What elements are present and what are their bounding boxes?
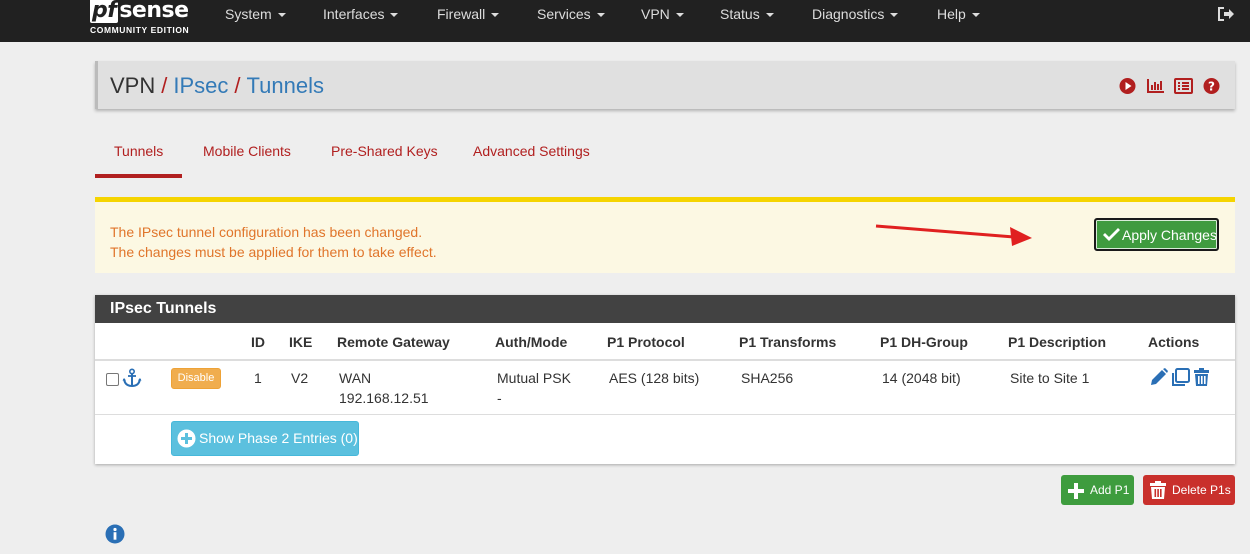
col-header-auth-mode: Auth/Mode (495, 334, 568, 350)
nav-status[interactable]: Status (720, 5, 774, 23)
cell-p1-dh-group: 14 (2048 bit) (882, 370, 961, 386)
cell-gateway-interface: WAN (339, 370, 372, 386)
help-icon[interactable]: ? (1202, 77, 1221, 95)
anchor-icon[interactable] (122, 368, 142, 388)
col-header-id: ID (251, 334, 265, 350)
logout-icon[interactable] (1216, 6, 1234, 22)
trash-icon (1150, 481, 1166, 499)
breadcrumb-icons: ? (1118, 77, 1221, 95)
col-header-ike: IKE (289, 334, 313, 350)
caret-down-icon (890, 13, 899, 18)
col-header-p1-dh-group: P1 DH-Group (880, 334, 968, 350)
cell-auth-mode: Mutual PSK (497, 370, 571, 386)
nav-system[interactable]: System (225, 5, 286, 23)
logo-wordmark: pf sense (90, 0, 189, 23)
tab-pre-shared-keys[interactable]: Pre-Shared Keys (331, 143, 438, 159)
red-arrow-annotation (875, 224, 1032, 246)
play-circle-icon[interactable] (1118, 77, 1137, 95)
check-icon (1103, 228, 1120, 241)
caret-down-icon (971, 13, 980, 18)
active-tab-indicator (95, 174, 182, 178)
row-divider (95, 414, 1235, 415)
plus-icon (1068, 483, 1084, 499)
breadcrumb-ipsec-link[interactable]: IPsec (173, 73, 228, 98)
delete-p1s-label: Delete P1s (1172, 483, 1231, 497)
caret-down-icon (390, 13, 399, 18)
add-p1-button[interactable]: Add P1 (1061, 475, 1134, 505)
col-header-actions: Actions (1148, 334, 1200, 350)
breadcrumb: VPN / IPsec / Tunnels (110, 73, 324, 99)
col-header-p1-protocol: P1 Protocol (607, 334, 685, 350)
delete-p1s-button[interactable]: Delete P1s (1143, 475, 1235, 505)
breadcrumb-separator: / (161, 73, 168, 98)
pfsense-logo[interactable]: pf sense COMMUNITY EDITION (90, 0, 200, 40)
nav-firewall[interactable]: Firewall (437, 5, 500, 23)
breadcrumb-separator: / (234, 73, 241, 98)
cell-p1-transforms: SHA256 (741, 370, 794, 386)
cell-ike: V2 (291, 370, 309, 386)
list-icon[interactable] (1174, 77, 1193, 95)
disable-tunnel-button[interactable]: Disable (171, 368, 221, 389)
nav-diagnostics[interactable]: Diagnostics (812, 5, 899, 23)
apply-changes-label: Apply Changes (1122, 227, 1217, 243)
panel-title: IPsec Tunnels (95, 295, 1235, 323)
tab-tunnels[interactable]: Tunnels (114, 143, 163, 159)
logo-edition: COMMUNITY EDITION (90, 25, 190, 35)
alert-message-line2: The changes must be applied for them to … (110, 244, 437, 260)
caret-down-icon (596, 13, 605, 18)
cell-id: 1 (254, 370, 262, 386)
delete-trash-icon[interactable] (1192, 367, 1211, 387)
col-header-p1-transforms: P1 Transforms (739, 334, 837, 350)
ipsec-tunnels-panel: IPsec Tunnels ID IKE Remote Gateway Auth… (95, 295, 1235, 464)
breadcrumb-vpn: VPN (110, 73, 156, 98)
alert-message-line1: The IPsec tunnel configuration has been … (110, 224, 423, 240)
top-navbar: pf sense COMMUNITY EDITION System Interfa… (0, 0, 1250, 42)
info-icon[interactable] (105, 524, 125, 544)
breadcrumb-bar: VPN / IPsec / Tunnels ? (95, 61, 1235, 109)
tab-mobile-clients[interactable]: Mobile Clients (203, 143, 291, 159)
show-phase2-entries-button[interactable]: Show Phase 2 Entries (0) (171, 421, 359, 456)
config-changed-alert: The IPsec tunnel configuration has been … (95, 197, 1235, 273)
bar-chart-icon[interactable] (1146, 77, 1165, 95)
plus-circle-icon (177, 429, 196, 448)
header-divider (95, 359, 1235, 361)
nav-services[interactable]: Services (537, 5, 605, 23)
caret-down-icon (765, 13, 774, 18)
tab-advanced-settings[interactable]: Advanced Settings (473, 143, 590, 159)
caret-down-icon (675, 13, 684, 18)
col-header-p1-description: P1 Description (1008, 334, 1107, 350)
svg-text:?: ? (1208, 80, 1215, 94)
nav-interfaces[interactable]: Interfaces (323, 5, 399, 23)
tunnel-select-checkbox[interactable] (106, 373, 119, 386)
apply-changes-button[interactable]: Apply Changes (1094, 218, 1219, 251)
breadcrumb-tunnels-link[interactable]: Tunnels (247, 73, 324, 98)
cell-auth-mode-dash: - (497, 390, 502, 406)
caret-down-icon (277, 13, 286, 18)
cell-p1-description: Site to Site 1 (1010, 370, 1090, 386)
add-p1-label: Add P1 (1090, 483, 1130, 497)
nav-help[interactable]: Help (937, 5, 980, 23)
nav-vpn[interactable]: VPN (641, 5, 684, 23)
cell-gateway-ip: 192.168.12.51 (339, 390, 429, 406)
cell-p1-protocol: AES (128 bits) (609, 370, 700, 386)
col-header-remote-gateway: Remote Gateway (337, 334, 450, 350)
edit-pencil-icon[interactable] (1149, 367, 1168, 387)
show-phase2-label: Show Phase 2 Entries (0) (199, 430, 358, 446)
copy-icon[interactable] (1171, 367, 1190, 387)
caret-down-icon (491, 13, 500, 18)
